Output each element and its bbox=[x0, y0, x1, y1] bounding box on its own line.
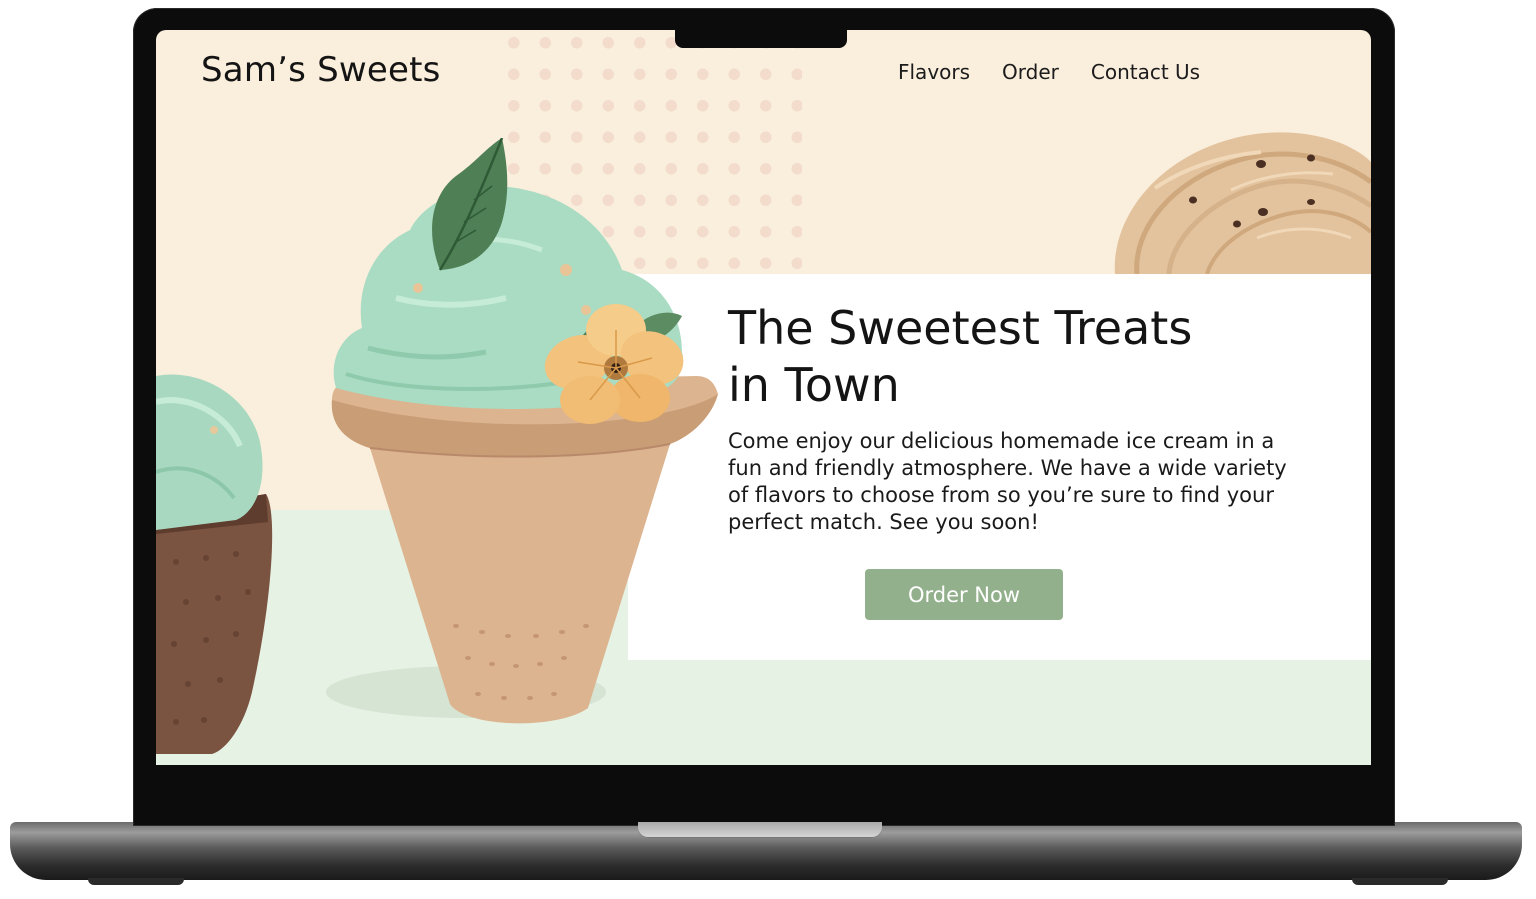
laptop-hinge-notch bbox=[638, 822, 882, 838]
main-nav: Flavors Order Contact Us bbox=[898, 60, 1200, 84]
site-logo[interactable]: Sam’s Sweets bbox=[201, 50, 441, 90]
laptop-foot-left bbox=[88, 878, 184, 885]
vanilla-scoop-image bbox=[1114, 132, 1371, 274]
hero-description: Come enjoy our delicious homemade ice cr… bbox=[728, 429, 1287, 534]
hero-title-line-2: in Town bbox=[728, 358, 900, 412]
laptop-mockup: Sam’s Sweets Flavors Order Contact Us Th… bbox=[0, 0, 1536, 899]
nav-contact-link[interactable]: Contact Us bbox=[1091, 60, 1200, 84]
hero-title: The Sweetest Treats in Town bbox=[728, 300, 1288, 414]
chocolate-cone-image bbox=[156, 374, 273, 754]
order-now-button[interactable]: Order Now bbox=[865, 569, 1063, 620]
camera-notch bbox=[675, 30, 847, 48]
laptop-foot-right bbox=[1352, 878, 1448, 885]
nav-order-link[interactable]: Order bbox=[1002, 60, 1059, 84]
nav-flavors-link[interactable]: Flavors bbox=[898, 60, 970, 84]
mint-ice-cream-cone-image bbox=[326, 138, 718, 724]
hero-title-line-1: The Sweetest Treats bbox=[728, 301, 1193, 355]
website-screen: Sam’s Sweets Flavors Order Contact Us Th… bbox=[156, 30, 1371, 765]
